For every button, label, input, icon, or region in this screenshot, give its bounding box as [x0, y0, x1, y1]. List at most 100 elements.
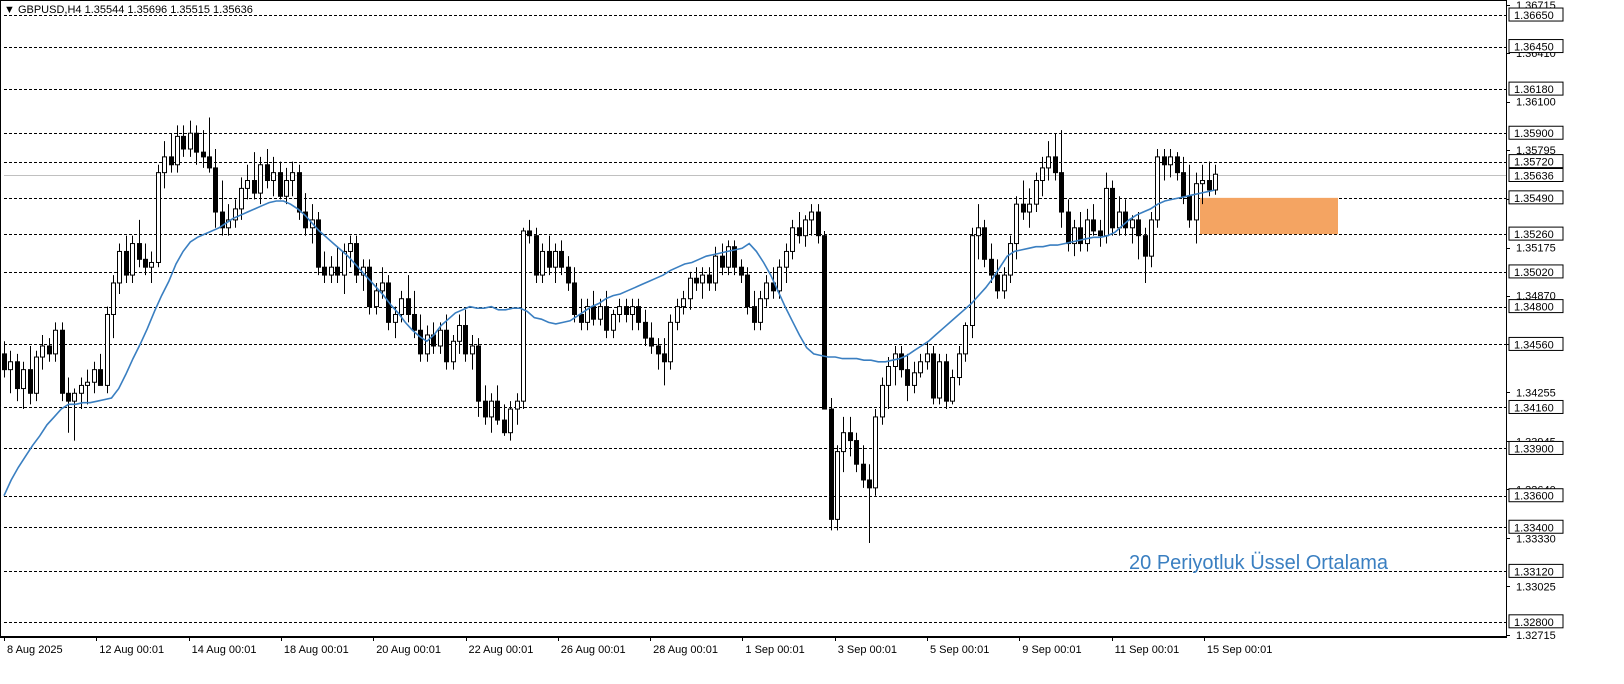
bear-candle [354, 243, 359, 276]
chart-header: ▼ GBPUSD,H4 1.35544 1.35696 1.35515 1.35… [4, 4, 253, 16]
bull-candle [880, 384, 885, 418]
bear-candle [98, 369, 103, 386]
bull-candle [1200, 180, 1205, 185]
bear-candle [15, 361, 20, 390]
bear-candle [201, 151, 206, 158]
ema-annotation: 20 Periyotluk Üssel Ortalama [1129, 552, 1388, 574]
bear-candle [662, 353, 667, 363]
time-axis-tick-label: 12 Aug 00:01 [99, 644, 164, 656]
bear-candle [194, 132, 199, 153]
bear-candle [1091, 219, 1096, 232]
bear-candle [1181, 172, 1186, 197]
price-level-label: 1.36650 [1514, 10, 1554, 22]
price-chart[interactable]: 1.367151.364101.361001.357951.354851.351… [0, 0, 1624, 684]
bull-candle [470, 345, 475, 355]
price-level-label: 1.35720 [1514, 157, 1554, 169]
bear-candle [335, 266, 340, 276]
bull-candle [675, 306, 680, 323]
bull-candle [521, 230, 526, 402]
price-axis: 1.367151.364101.361001.357951.354851.351… [1506, 0, 1564, 642]
bear-candle [28, 369, 33, 394]
bear-candle [252, 180, 257, 194]
bear-candle [861, 463, 866, 481]
price-level-label: 1.34160 [1514, 402, 1554, 414]
bear-candle [816, 211, 821, 237]
bull-candle [1040, 167, 1045, 182]
bull-candle [937, 361, 942, 399]
bull-candle [1046, 156, 1051, 169]
bull-candle [688, 277, 693, 300]
bear-candle [1053, 156, 1058, 174]
time-axis-tick-label: 20 Aug 00:01 [376, 644, 441, 656]
bear-candle [547, 250, 552, 268]
bull-candle [553, 250, 558, 268]
bear-candle [181, 135, 186, 150]
price-level-label: 1.35020 [1514, 267, 1554, 279]
bull-candle [156, 172, 161, 263]
bull-candle [617, 306, 622, 315]
bull-candle [489, 400, 494, 418]
time-axis-tick-label: 11 Sep 00:01 [1115, 644, 1180, 656]
bull-candle [841, 432, 846, 453]
bear-candle [1162, 156, 1167, 166]
bull-candle [681, 298, 686, 308]
bear-candle [854, 440, 859, 465]
bull-candle [1008, 243, 1013, 276]
bull-candle [970, 235, 975, 327]
bull-candle [1213, 173, 1218, 191]
bull-candle [329, 266, 334, 276]
bear-candle [745, 274, 750, 308]
time-axis: 8 Aug 2025 12 Aug 00:01 14 Aug 00:01 18 Aug… [0, 636, 1506, 656]
bear-candle [47, 345, 52, 355]
bull-candle [668, 321, 673, 363]
symbol-label: GBPUSD,H4 [17, 4, 82, 16]
price-level-label: 1.32800 [1514, 617, 1554, 629]
bear-candle [502, 419, 507, 434]
bull-candle [40, 345, 45, 358]
time-axis-tick-label: 1 Sep 00:01 [745, 644, 804, 656]
bear-candle [297, 172, 302, 213]
bear-candle [643, 321, 648, 339]
collapse-triangle-icon[interactable]: ▼ [4, 4, 15, 16]
bull-candle [348, 243, 353, 252]
time-axis-tick-label: 18 Aug 00:01 [284, 644, 349, 656]
bull-candle [149, 261, 154, 268]
bear-candle [1187, 195, 1192, 221]
bull-candle [963, 325, 968, 355]
price-axis-tick-label: 1.33330 [1516, 533, 1556, 545]
bull-candle [1130, 219, 1135, 229]
bear-candle [322, 266, 327, 276]
bear-candle [1059, 172, 1064, 213]
price-level-label: 1.33900 [1514, 443, 1554, 455]
price-level-label: 1.33120 [1514, 566, 1554, 578]
bear-candle [989, 258, 994, 276]
current-price-label: 1.35636 [1514, 171, 1554, 183]
bear-candle [707, 274, 712, 284]
bear-candle [579, 313, 584, 323]
bull-candle [258, 164, 263, 194]
bear-candle [278, 172, 283, 197]
price-level-label: 1.35260 [1514, 229, 1554, 241]
bull-candle [912, 372, 917, 386]
bear-candle [566, 266, 571, 284]
bull-candle [784, 250, 789, 268]
bear-candle [905, 369, 910, 386]
bull-candle [611, 313, 616, 331]
bear-candle [1207, 180, 1212, 191]
price-level-label: 1.33400 [1514, 522, 1554, 534]
support-zone-rect [1200, 197, 1338, 235]
bear-candle [527, 230, 532, 237]
bear-candle [418, 329, 423, 355]
bull-candle [1034, 180, 1039, 205]
bear-candle [66, 392, 71, 402]
time-axis-tick-label: 15 Sep 00:01 [1207, 644, 1272, 656]
price-axis-tick-label: 1.32715 [1516, 630, 1556, 642]
bull-candle [758, 298, 763, 323]
price-level-label: 1.33600 [1514, 491, 1554, 503]
bull-candle [790, 227, 795, 252]
bear-candle [1136, 219, 1141, 237]
bull-candle [508, 408, 513, 434]
bear-candle [1066, 211, 1071, 245]
bull-candle [630, 306, 635, 315]
bull-candle [1117, 211, 1122, 229]
